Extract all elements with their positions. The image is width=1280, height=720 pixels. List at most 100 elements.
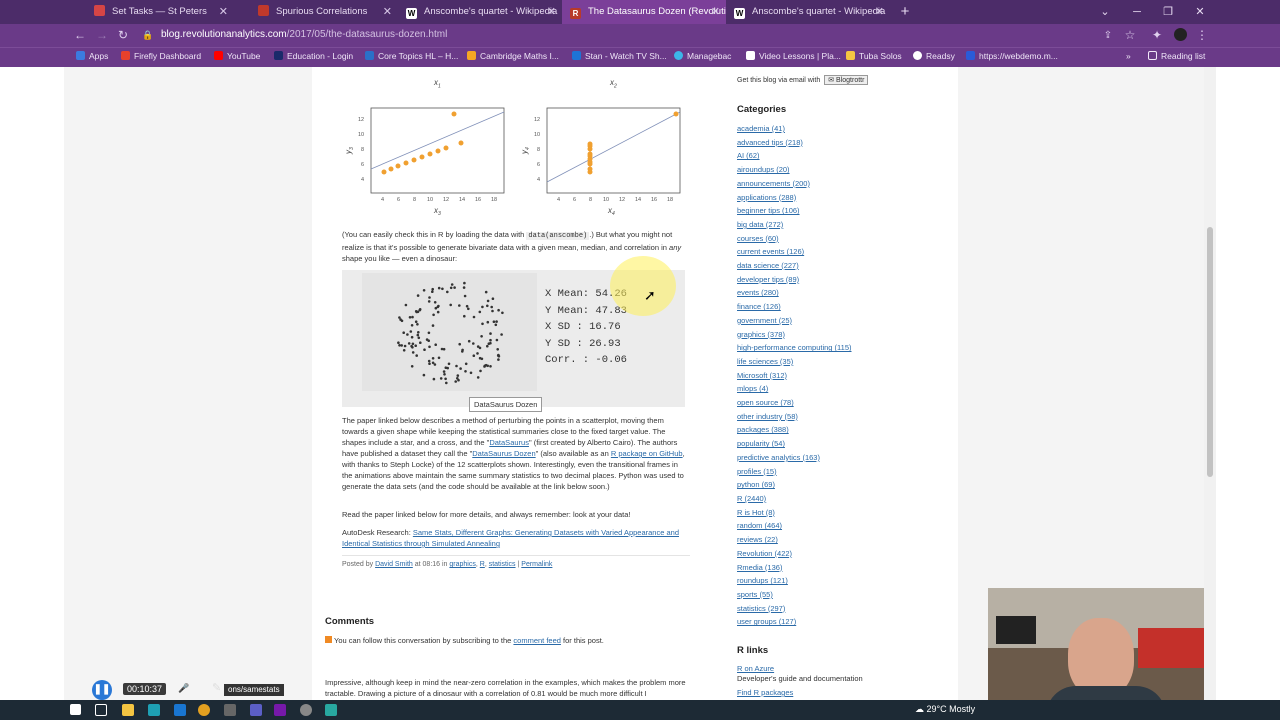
close-tab-icon[interactable]: ✕ xyxy=(219,0,228,24)
close-tab-icon[interactable]: ✕ xyxy=(875,0,884,24)
category-link[interactable]: Revolution (422) xyxy=(737,547,957,561)
category-link[interactable]: academia (41) xyxy=(737,122,957,136)
forward-icon[interactable]: → xyxy=(92,24,112,47)
category-link[interactable]: beginner tips (106) xyxy=(737,204,957,218)
blogtrottr-button[interactable]: ✉ Blogtrottr xyxy=(824,75,869,85)
bookmark-star-icon[interactable]: ☆ xyxy=(1120,24,1140,47)
close-tab-icon[interactable]: ✕ xyxy=(547,0,556,24)
outlook-icon[interactable] xyxy=(174,704,186,716)
restore-icon[interactable]: ❐ xyxy=(1153,0,1183,24)
weather-widget[interactable]: ☁ 29°C Mostly xyxy=(915,704,975,715)
app-icon[interactable] xyxy=(325,704,337,716)
category-link[interactable]: data science (227) xyxy=(737,259,957,273)
category-link[interactable]: airoundups (20) xyxy=(737,163,957,177)
bookmark-apps[interactable]: Apps xyxy=(76,51,108,61)
category-link[interactable]: finance (126) xyxy=(737,300,957,314)
category-link[interactable]: sports (55) xyxy=(737,588,957,602)
reading-list[interactable]: Reading list xyxy=(1148,51,1205,61)
bookmark-item[interactable]: Readsy xyxy=(913,51,955,61)
windows-start-icon[interactable] xyxy=(70,704,81,715)
category-link-statistics[interactable]: statistics xyxy=(489,561,516,568)
category-link[interactable]: events (280) xyxy=(737,286,957,300)
profile-avatar-icon[interactable] xyxy=(1170,24,1190,47)
category-link[interactable]: profiles (15) xyxy=(737,465,957,479)
category-link[interactable]: high-performance computing (115) xyxy=(737,341,957,355)
pen-icon[interactable]: ✎ xyxy=(212,681,221,694)
category-link[interactable]: mlops (4) xyxy=(737,382,957,396)
category-link[interactable]: developer tips (89) xyxy=(737,273,957,287)
bookmark-item[interactable]: Tuba Solos xyxy=(846,51,902,61)
category-link[interactable]: open source (78) xyxy=(737,396,957,410)
bookmark-item[interactable]: Managebac xyxy=(674,51,731,61)
more-bookmarks-icon[interactable]: » xyxy=(1126,51,1131,61)
menu-icon[interactable]: ⋮ xyxy=(1192,24,1212,47)
datasaurus-dozen-link[interactable]: DataSaurus Dozen xyxy=(472,449,535,458)
category-link[interactable]: graphics (378) xyxy=(737,328,957,342)
category-link[interactable]: reviews (22) xyxy=(737,533,957,547)
category-link[interactable]: packages (388) xyxy=(737,423,957,437)
app-icon[interactable] xyxy=(224,704,236,716)
browser-tab[interactable]: Spurious Correlations ✕ xyxy=(234,0,398,24)
teams-icon[interactable] xyxy=(250,704,262,716)
category-link[interactable]: Rmedia (136) xyxy=(737,561,957,575)
close-window-icon[interactable]: ✕ xyxy=(1185,0,1215,24)
extensions-icon[interactable]: ✦ xyxy=(1147,24,1167,47)
category-link[interactable]: life sciences (35) xyxy=(737,355,957,369)
category-link[interactable]: announcements (200) xyxy=(737,177,957,191)
permalink-link[interactable]: Permalink xyxy=(521,561,552,568)
category-link[interactable]: other industry (58) xyxy=(737,410,957,424)
browser-tab-active[interactable]: R The Datasaurus Dozen (Revolutio ✕ xyxy=(562,0,726,24)
browser-tab[interactable]: W Anscombe's quartet - Wikipedia ✕ xyxy=(726,0,890,24)
bookmark-item[interactable]: https://webdemo.m... xyxy=(966,51,1058,61)
category-link[interactable]: advanced tips (218) xyxy=(737,136,957,150)
browser-tab[interactable]: Set Tasks — St Peters ✕ xyxy=(64,0,234,24)
comment-feed-link[interactable]: comment feed xyxy=(513,636,561,645)
bookmark-item[interactable]: Firefly Dashboard xyxy=(121,51,201,61)
category-link[interactable]: popularity (54) xyxy=(737,437,957,451)
rlink-find-packages[interactable]: Find R packages xyxy=(737,686,793,700)
bookmark-item[interactable]: Stan - Watch TV Sh... xyxy=(572,51,667,61)
close-tab-icon[interactable]: ✕ xyxy=(711,0,720,24)
bookmark-item[interactable]: Cambridge Maths I... xyxy=(467,51,559,61)
address-bar[interactable]: blog.revolutionanalytics.com/2017/05/the… xyxy=(161,29,447,40)
minimize-icon[interactable]: ─ xyxy=(1122,0,1152,24)
app-icon[interactable] xyxy=(300,704,312,716)
new-tab-icon[interactable]: + xyxy=(890,0,920,24)
bookmark-item[interactable]: Education - Login xyxy=(274,51,353,61)
category-link-r[interactable]: R xyxy=(480,561,485,568)
category-link[interactable]: AI (62) xyxy=(737,149,957,163)
category-link[interactable]: statistics (297) xyxy=(737,602,957,616)
back-icon[interactable]: ← xyxy=(70,24,90,47)
category-link[interactable]: Microsoft (312) xyxy=(737,369,957,383)
category-link[interactable]: predictive analytics (163) xyxy=(737,451,957,465)
bookmark-item[interactable]: YouTube xyxy=(214,51,260,61)
category-link[interactable]: R is Hot (8) xyxy=(737,506,957,520)
scrollbar-thumb[interactable] xyxy=(1207,227,1213,477)
category-link[interactable]: user groups (127) xyxy=(737,615,957,629)
close-tab-icon[interactable]: ✕ xyxy=(383,0,392,24)
r-package-github-link[interactable]: R package on GitHub xyxy=(611,449,683,458)
category-link-graphics[interactable]: graphics xyxy=(449,561,475,568)
mic-muted-icon[interactable]: 🎤 xyxy=(178,683,189,694)
category-link[interactable]: current events (126) xyxy=(737,245,957,259)
category-link[interactable]: R (2440) xyxy=(737,492,957,506)
chrome-icon[interactable] xyxy=(198,704,210,716)
app-icon[interactable] xyxy=(148,704,160,716)
author-link[interactable]: David Smith xyxy=(375,561,413,568)
pause-button[interactable]: ❚❚ xyxy=(92,680,112,700)
category-link[interactable]: roundups (121) xyxy=(737,574,957,588)
datasaurus-link[interactable]: DataSaurus xyxy=(489,438,529,447)
category-link[interactable]: applications (288) xyxy=(737,191,957,205)
category-link[interactable]: government (25) xyxy=(737,314,957,328)
category-link[interactable]: python (69) xyxy=(737,478,957,492)
file-explorer-icon[interactable] xyxy=(122,704,134,716)
category-link[interactable]: courses (60) xyxy=(737,232,957,246)
onenote-icon[interactable] xyxy=(274,704,286,716)
category-link[interactable]: random (464) xyxy=(737,519,957,533)
share-icon[interactable]: ⇪ xyxy=(1098,24,1118,47)
page-scrollbar[interactable] xyxy=(1204,67,1216,700)
bookmark-item[interactable]: Video Lessons | Pla... xyxy=(746,51,841,61)
tab-search-icon[interactable]: ⌄ xyxy=(1090,0,1120,24)
reload-icon[interactable]: ↻ xyxy=(113,24,133,47)
browser-tab[interactable]: W Anscombe's quartet - Wikipedia ✕ xyxy=(398,0,562,24)
